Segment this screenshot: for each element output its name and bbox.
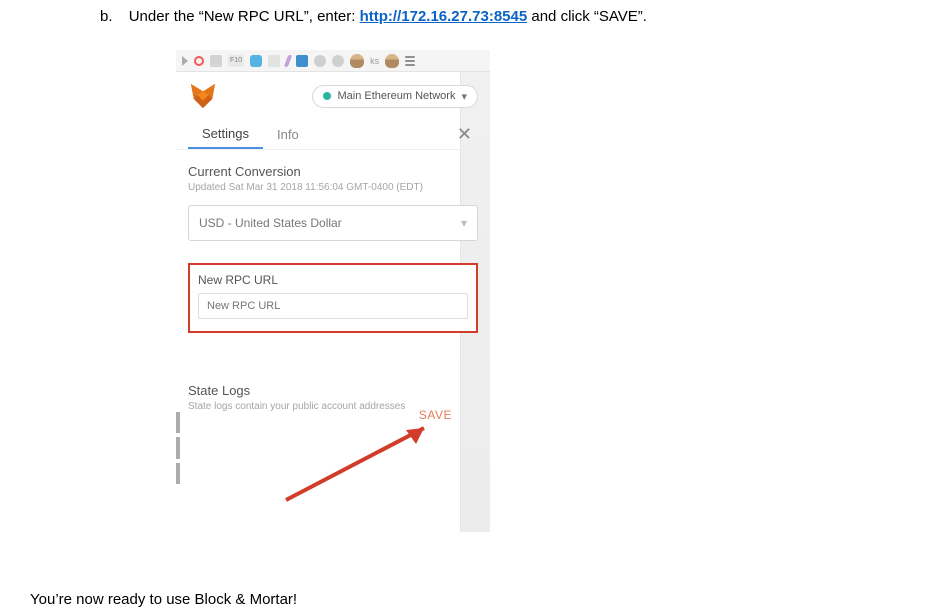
toolbar-ks-text: ks xyxy=(370,56,379,66)
metamask-popup: Main Ethereum Network ▾ Settings Info ✕ … xyxy=(176,72,490,532)
ext-icon-6[interactable] xyxy=(332,55,344,67)
browser-menu-icon[interactable] xyxy=(405,56,415,66)
tab-info[interactable]: Info xyxy=(263,121,313,148)
metamask-logo-icon xyxy=(188,82,218,110)
state-logs-title: State Logs xyxy=(188,383,478,398)
rpc-label: New RPC URL xyxy=(198,273,468,287)
chevron-down-icon: ▾ xyxy=(461,90,467,103)
instruction-pre: Under the “New RPC URL”, enter: xyxy=(129,8,360,25)
annotation-arrow xyxy=(276,422,436,502)
final-line: You’re now ready to use Block & Mortar! xyxy=(30,591,297,608)
tab-settings[interactable]: Settings xyxy=(188,120,263,149)
network-status-dot xyxy=(323,92,331,100)
tab-row: Settings Info ✕ xyxy=(176,120,490,150)
instruction-post: and click “SAVE”. xyxy=(531,8,647,25)
nav-back-icon[interactable] xyxy=(182,56,188,66)
popup-header: Main Ethereum Network ▾ xyxy=(188,82,478,110)
rpc-url-link[interactable]: http://172.16.27.73:8545 xyxy=(360,8,528,25)
account-avatar-icon[interactable] xyxy=(350,54,364,68)
network-selector[interactable]: Main Ethereum Network ▾ xyxy=(312,85,478,108)
state-logs-section: State Logs State logs contain your publi… xyxy=(188,383,478,414)
f10-badge: F10 xyxy=(228,55,244,67)
chevron-down-icon: ▾ xyxy=(461,216,467,230)
state-logs-desc: State logs contain your public account a… xyxy=(188,400,478,414)
rpc-url-input[interactable] xyxy=(198,293,468,319)
ext-icon-5[interactable] xyxy=(314,55,326,67)
currency-selected-value: USD - United States Dollar xyxy=(199,216,342,230)
network-label: Main Ethereum Network xyxy=(337,90,455,102)
rpc-highlighted-block: New RPC URL xyxy=(188,263,478,333)
ext-icon-pen[interactable] xyxy=(284,55,292,67)
list-bullet: b. xyxy=(100,8,113,25)
close-icon[interactable]: ✕ xyxy=(451,120,478,149)
ext-icon-1[interactable] xyxy=(210,55,222,67)
ext-icon-3[interactable] xyxy=(268,55,280,67)
ext-icon-2[interactable] xyxy=(250,55,262,67)
ext-icon-4[interactable] xyxy=(296,55,308,67)
metamask-screenshot: F10 ks xyxy=(176,50,490,532)
instruction-line: b. Under the “New RPC URL”, enter: http:… xyxy=(100,8,647,25)
conversion-updated: Updated Sat Mar 31 2018 11:56:04 GMT-040… xyxy=(188,181,478,195)
currency-select[interactable]: USD - United States Dollar ▾ xyxy=(188,205,478,241)
browser-toolbar: F10 ks xyxy=(176,50,490,72)
metamask-ext-icon[interactable] xyxy=(385,54,399,68)
conversion-title: Current Conversion xyxy=(188,164,478,179)
opera-icon[interactable] xyxy=(194,56,204,66)
page-left-stripe xyxy=(176,412,180,488)
